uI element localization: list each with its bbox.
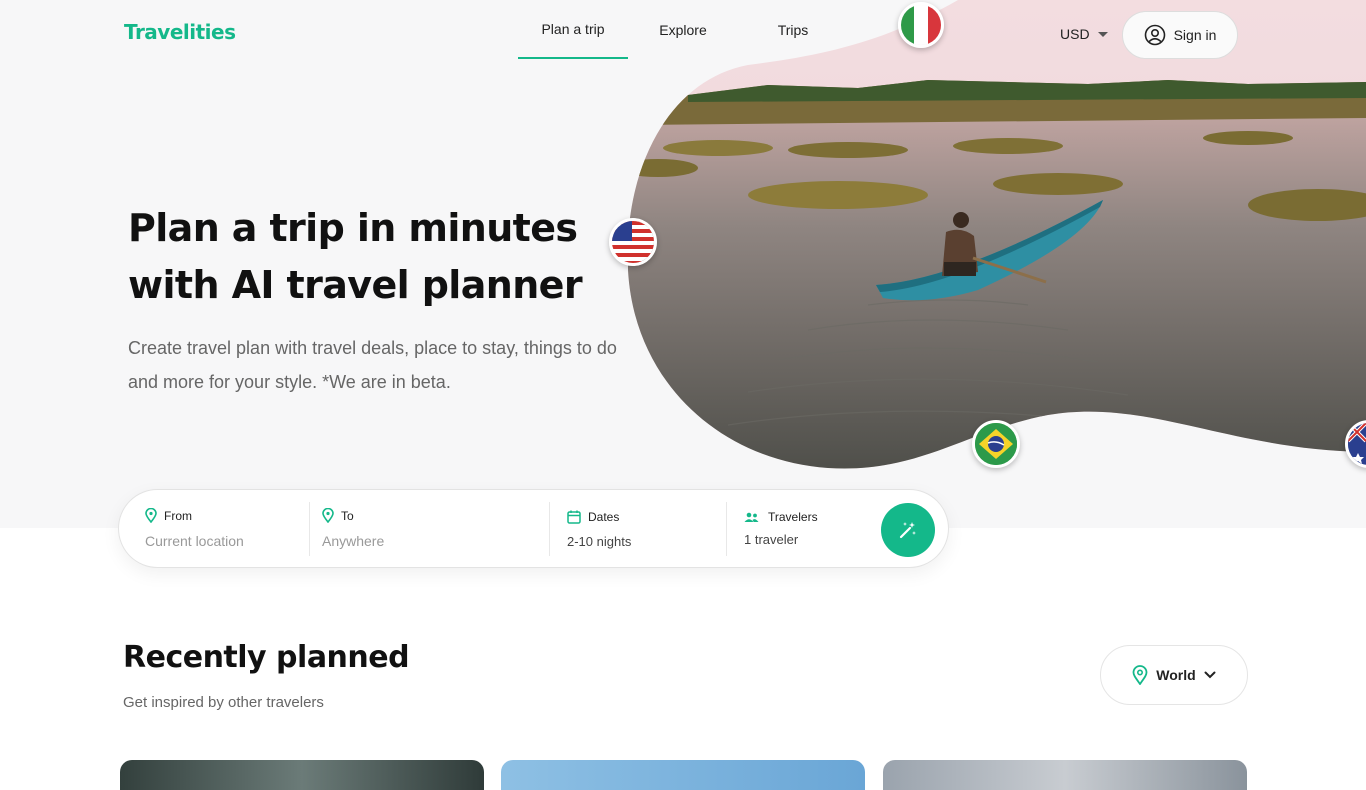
currency-selector[interactable]: USD [1060,26,1108,42]
dates-field[interactable]: Dates 2-10 nights [567,490,717,569]
pin-icon [1132,665,1148,685]
trip-card[interactable] [883,760,1247,790]
divider [549,502,550,556]
from-label: From [164,508,192,523]
to-field[interactable]: To Anywhere [322,490,542,569]
hero-subtitle: Create travel plan with travel deals, pl… [128,338,617,392]
travelers-label-row: Travelers [744,510,818,524]
dates-label: Dates [588,510,620,524]
from-label-row: From [145,508,192,523]
pin-icon [145,508,157,523]
travelers-label: Travelers [768,510,818,524]
sign-in-label: Sign in [1173,27,1217,43]
dates-value: 2-10 nights [567,534,632,549]
divider [726,502,727,556]
recently-planned-subtitle: Get inspired by other travelers [123,694,324,711]
caret-down-icon [1097,31,1108,37]
hero-title-line-1: Plan a trip in minutes [128,206,578,250]
calendar-icon [567,510,581,524]
trip-card[interactable] [120,760,484,790]
dates-label-row: Dates [567,510,619,524]
hero-title: Plan a trip in minutes with AI travel pl… [128,200,598,314]
travelers-field[interactable]: Travelers 1 traveler [744,490,874,569]
chevron-down-icon [1204,671,1216,679]
divider [309,502,310,556]
from-input[interactable]: Current location [145,533,244,549]
flag-usa-icon [609,218,657,266]
trip-card[interactable] [501,760,865,790]
logo[interactable]: Travelities [124,20,236,44]
magic-wand-icon [899,522,916,539]
people-icon [744,512,759,522]
from-field[interactable]: From Current location [145,490,305,569]
hero-title-line-2: with AI travel planner [128,263,583,307]
generate-trip-button[interactable] [881,503,935,557]
region-filter-button[interactable]: World [1100,645,1248,705]
nav-tab-plan-a-trip[interactable]: Plan a trip [518,0,628,59]
trip-search-bar: From Current location To Anywhere Dates … [118,489,949,568]
pin-icon [322,508,334,523]
recently-planned-title: Recently planned [123,640,410,675]
hero-image [628,0,1366,469]
flag-brazil-icon [972,420,1020,468]
flag-italy-icon [898,2,944,48]
user-icon [1144,24,1165,46]
to-label: To [341,508,354,523]
to-input[interactable]: Anywhere [322,533,384,549]
region-filter-label: World [1156,667,1196,683]
currency-label: USD [1060,26,1090,42]
travelers-value: 1 traveler [744,532,799,547]
sign-in-button[interactable]: Sign in [1122,11,1238,59]
to-label-row: To [322,508,354,523]
